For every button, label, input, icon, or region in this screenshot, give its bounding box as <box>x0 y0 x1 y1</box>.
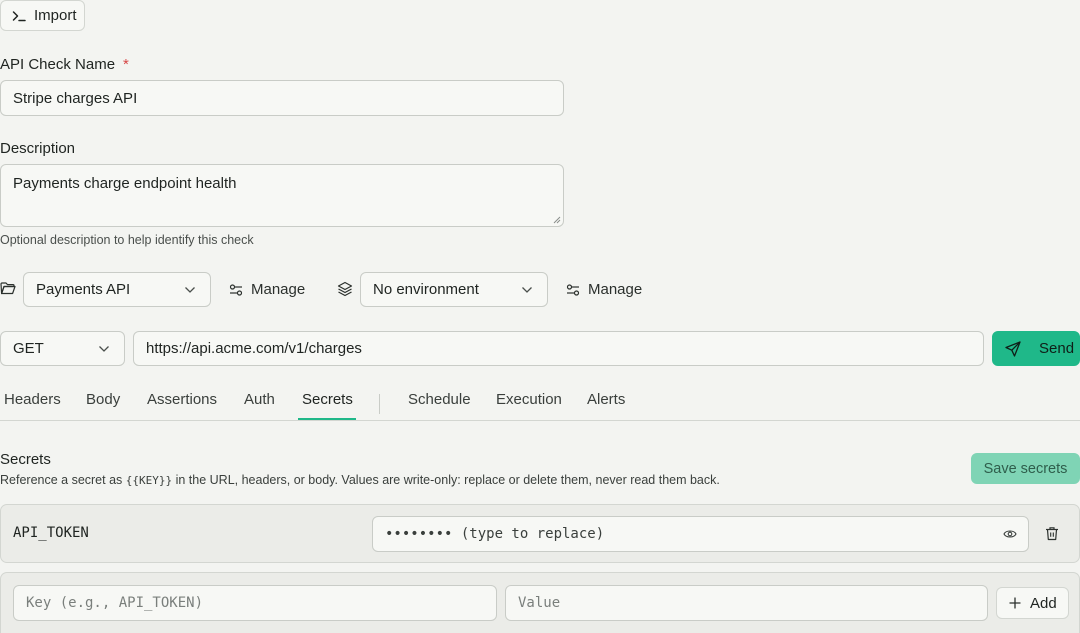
secret-syntax-code: {{KEY}} <box>125 474 173 487</box>
tab-alerts[interactable]: Alerts <box>587 390 625 422</box>
tab-assertions[interactable]: Assertions <box>147 390 217 422</box>
sliders-icon <box>566 283 580 297</box>
chevron-down-icon <box>521 286 533 294</box>
environment-manage-button[interactable]: Manage <box>566 280 642 299</box>
layers-icon <box>337 281 353 297</box>
trash-icon[interactable] <box>1045 526 1059 541</box>
send-button[interactable]: Send <box>992 331 1080 366</box>
save-secrets-button[interactable]: Save secrets <box>971 453 1080 484</box>
tab-body[interactable]: Body <box>86 390 120 422</box>
tab-auth[interactable]: Auth <box>244 390 275 422</box>
check-name-input[interactable]: Stripe charges API <box>0 80 564 116</box>
folder-icon <box>0 281 16 296</box>
new-secret-value-input[interactable]: Value <box>505 585 988 621</box>
secret-value-input[interactable]: •••••••• (type to replace) <box>372 516 1029 552</box>
new-secret-row: Key (e.g., API_TOKEN) Value Add <box>0 572 1080 633</box>
environment-select[interactable]: No environment <box>360 272 548 307</box>
chevron-down-icon <box>98 345 110 353</box>
send-icon <box>1005 340 1021 357</box>
import-button[interactable]: Import <box>0 0 85 31</box>
description-textarea[interactable]: Payments charge endpoint health <box>0 164 564 227</box>
tab-schedule[interactable]: Schedule <box>408 390 471 422</box>
terminal-icon <box>12 9 26 23</box>
resize-handle-icon[interactable] <box>552 215 561 224</box>
eye-icon[interactable] <box>1003 528 1017 540</box>
plus-icon <box>1009 597 1021 609</box>
add-secret-button[interactable]: Add <box>996 587 1069 619</box>
new-secret-key-input[interactable]: Key (e.g., API_TOKEN) <box>13 585 497 621</box>
import-label: Import <box>34 7 77 24</box>
tab-divider <box>379 394 380 414</box>
tab-headers[interactable]: Headers <box>4 390 61 422</box>
secrets-description: Reference a secret as {{KEY}} in the URL… <box>0 473 720 487</box>
group-select[interactable]: Payments API <box>23 272 211 307</box>
required-mark: * <box>123 56 129 73</box>
secrets-title: Secrets <box>0 451 51 468</box>
method-select[interactable]: GET <box>0 331 125 366</box>
secret-key: API_TOKEN <box>13 525 89 541</box>
sliders-icon <box>229 283 243 297</box>
tab-execution[interactable]: Execution <box>496 390 562 422</box>
check-name-label: API Check Name * <box>0 56 129 73</box>
url-input[interactable]: https://api.acme.com/v1/charges <box>133 331 984 366</box>
tabs-border <box>0 420 1080 421</box>
description-helper: Optional description to help identify th… <box>0 233 254 247</box>
description-label: Description <box>0 140 76 157</box>
group-manage-button[interactable]: Manage <box>229 280 305 299</box>
chevron-down-icon <box>184 286 196 294</box>
secret-row: API_TOKEN •••••••• (type to replace) <box>0 504 1080 563</box>
